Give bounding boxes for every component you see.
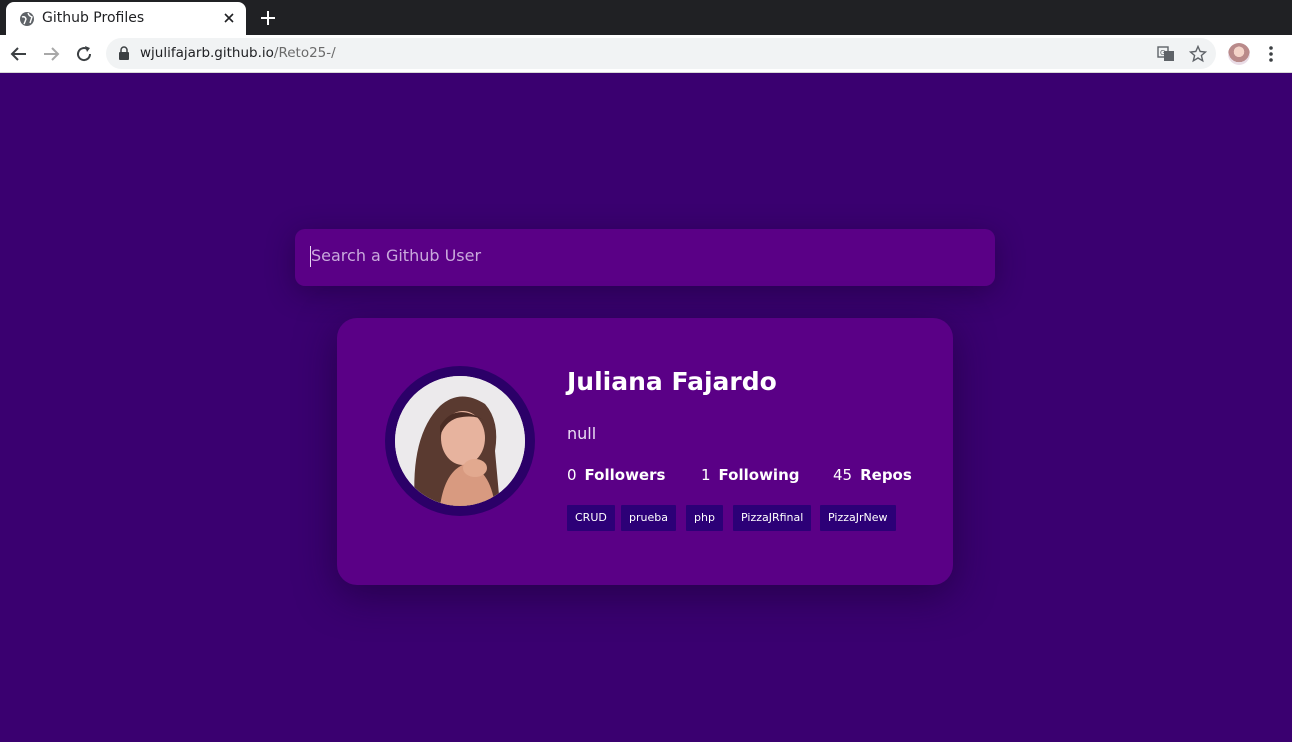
following-count: 1 [701, 466, 711, 484]
new-tab-plus-icon[interactable] [258, 8, 278, 28]
profile-card: Juliana Fajardo null 0 Followers 1 Followi… [337, 318, 953, 585]
avatar [395, 376, 525, 506]
followers-stat: 0 Followers [567, 466, 665, 484]
followers-count: 0 [567, 466, 577, 484]
avatar-photo [395, 376, 525, 506]
url-text: wjulifajarb.github.io/Reto25-/ [140, 45, 336, 61]
repo-link[interactable]: PizzaJrNew [820, 505, 896, 531]
globe-icon [20, 12, 34, 26]
close-icon[interactable] [221, 10, 237, 26]
repo-link[interactable]: php [686, 505, 723, 531]
following-stat: 1 Following [701, 466, 800, 484]
url-path: /Reto25-/ [273, 45, 336, 61]
following-label: Following [718, 466, 800, 484]
profile-avatar-icon[interactable] [1228, 43, 1250, 65]
more-menu-icon[interactable] [1262, 44, 1280, 64]
profile-stats: 0 Followers 1 Following 45 Repos [567, 466, 937, 488]
forward-arrow-icon[interactable] [41, 44, 61, 64]
address-bar[interactable]: wjulifajarb.github.io/Reto25-/ G [106, 38, 1216, 69]
translate-icon[interactable]: G [1157, 45, 1175, 63]
browser-tab[interactable]: Github Profiles [6, 2, 246, 35]
star-bookmark-icon[interactable] [1189, 45, 1207, 63]
repo-link[interactable]: CRUD [567, 505, 615, 531]
search-placeholder: Search a Github User [311, 246, 482, 265]
profile-bio: null [567, 424, 597, 443]
svg-text:G: G [1160, 49, 1165, 57]
followers-label: Followers [584, 466, 666, 484]
profile-name: Juliana Fajardo [567, 367, 777, 396]
lock-icon [119, 46, 129, 60]
avatar-frame [385, 366, 535, 516]
repos-label: Repos [860, 466, 912, 484]
back-arrow-icon[interactable] [9, 44, 29, 64]
url-host: wjulifajarb.github.io [140, 45, 274, 61]
search-input[interactable]: Search a Github User [295, 229, 995, 286]
repo-link[interactable]: prueba [621, 505, 676, 531]
browser-tab-bar: Github Profiles [0, 0, 1292, 35]
repos-count: 45 [833, 466, 853, 484]
repo-link[interactable]: PizzaJRfinal [733, 505, 812, 531]
browser-toolbar: wjulifajarb.github.io/Reto25-/ G [0, 35, 1292, 73]
reload-icon[interactable] [74, 44, 94, 64]
repos-stat: 45 Repos [833, 466, 912, 484]
page-content: Search a Github User Juliana Fajardo nul… [0, 73, 1292, 742]
tab-title: Github Profiles [42, 10, 145, 26]
